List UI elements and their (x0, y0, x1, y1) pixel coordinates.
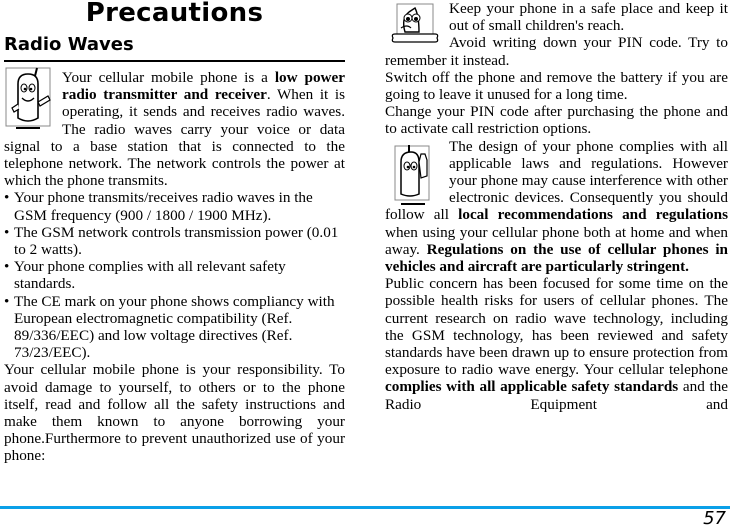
responsibility-paragraph: Your cellular mobile phone is your respo… (4, 361, 345, 465)
footer-accent-bar (0, 506, 730, 509)
switch-off-paragraph: Switch off the phone and remove the batt… (385, 68, 728, 104)
intro-paragraph: Your cellular mobile phone is a low powe… (4, 69, 345, 190)
health-paragraph: Public concern has been focused for some… (385, 275, 728, 413)
phone-mascot-dog-bone-icon (389, 2, 441, 48)
bullet-list: • Your phone transmits/receives radio wav… (4, 189, 345, 361)
left-column: Precautions Radio Waves Your cellular mo… (4, 0, 345, 465)
phone-mascot-stop-hand-icon (389, 142, 441, 206)
bullet-item: • Your phone transmits/receives radio wav… (4, 189, 313, 224)
phone-mascot-pointing-icon (4, 66, 54, 130)
section-divider (4, 60, 345, 62)
bullet-item: • The GSM network controls transmission p… (4, 223, 339, 259)
section-heading-radio-waves: Radio Waves (4, 34, 134, 55)
change-pin-paragraph: Change your PIN code after purchasing th… (385, 103, 728, 138)
bullet-item: • The CE mark on your phone shows complia… (4, 292, 335, 362)
page-title: Precautions (85, 0, 264, 28)
page-number: 57 (703, 508, 726, 529)
bullet-item: • Your phone complies with all relevant s… (4, 258, 286, 293)
right-column: Keep your phone in a safe place and keep… (385, 0, 728, 413)
